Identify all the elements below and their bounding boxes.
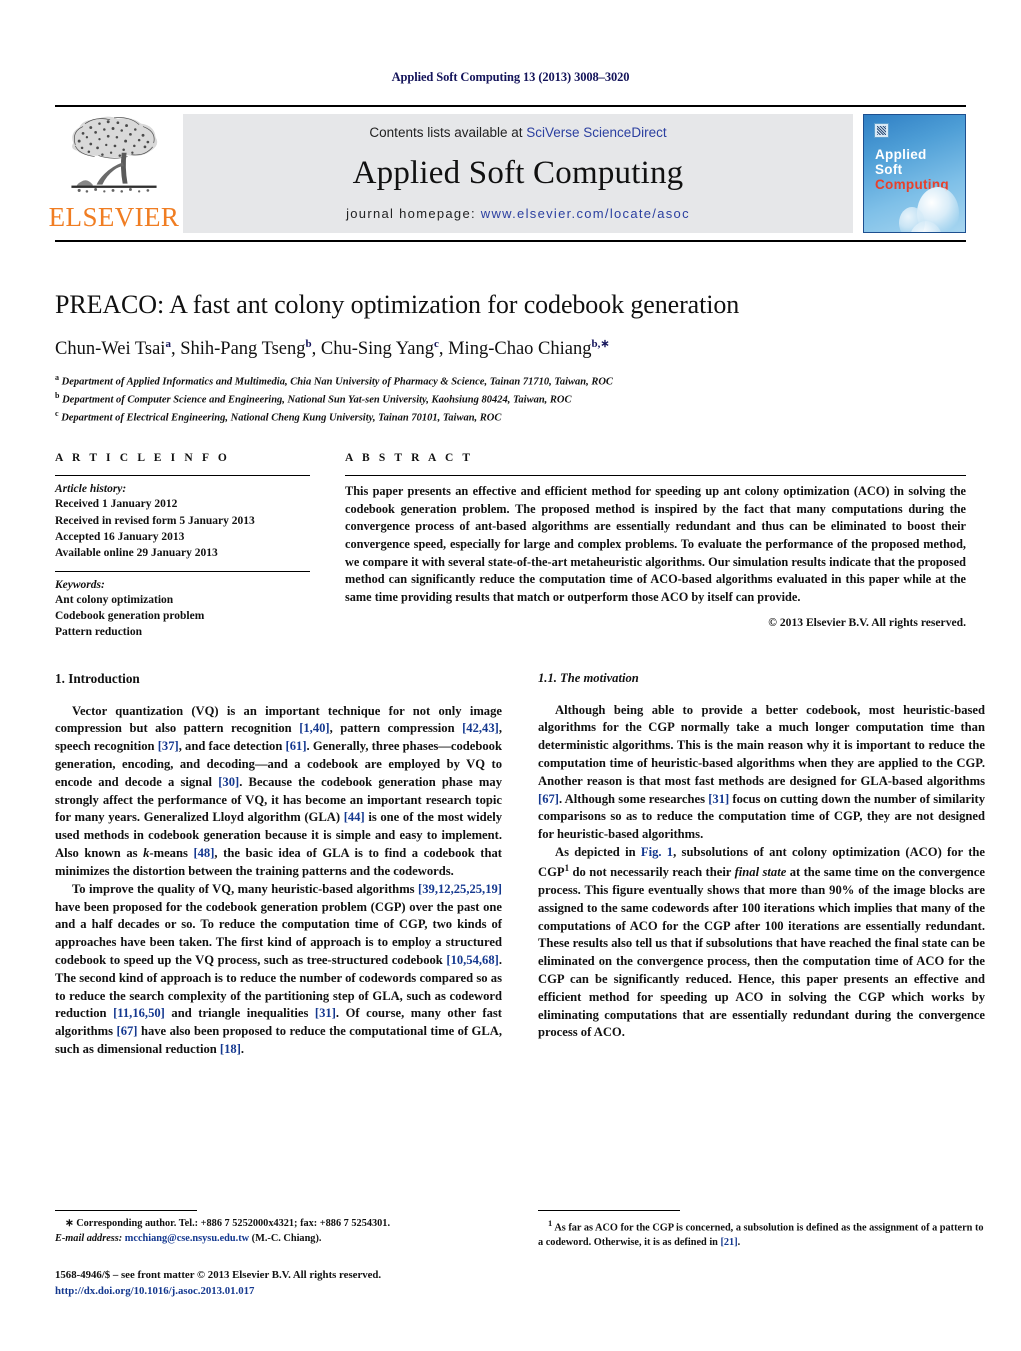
elsevier-wordmark: ELSEVIER [48, 202, 180, 232]
affiliation-list: a Department of Applied Informatics and … [55, 372, 966, 427]
footnote-divider [55, 1209, 197, 1211]
cover-line-1: Applied [875, 147, 927, 162]
citation-ref[interactable]: [11,16,50] [113, 1006, 165, 1020]
affiliation-text-a: Department of Applied Informatics and Mu… [61, 376, 613, 388]
affiliation-mark-a: a [55, 372, 59, 382]
email-suffix: (M.-C. Chiang). [251, 1232, 322, 1244]
corresponding-author-text: Corresponding author. Tel.: +886 7 52520… [76, 1217, 391, 1229]
keyword-2: Codebook generation problem [55, 609, 205, 622]
article-info-column: A R T I C L E I N F O Article history: R… [55, 452, 310, 640]
footnote-number: 1 [548, 1217, 553, 1228]
homepage-line: journal homepage: www.elsevier.com/locat… [346, 206, 690, 221]
citation-ref[interactable]: [21] [720, 1237, 737, 1248]
doi-link[interactable]: http://dx.doi.org/10.1016/j.asoc.2013.01… [55, 1283, 502, 1299]
article-info-heading: A R T I C L E I N F O [55, 452, 230, 465]
elsevier-tree-icon [71, 116, 158, 193]
citation-ref[interactable]: [61] [286, 739, 307, 753]
email-link[interactable]: mcchiang@cse.nsysu.edu.tw [125, 1233, 249, 1244]
cover-blob-3 [899, 207, 925, 232]
contents-prefix: Contents lists available at [369, 125, 527, 140]
footnote-marker[interactable]: 1 [565, 863, 570, 873]
contents-line: Contents lists available at SciVerse Sci… [369, 125, 666, 140]
affiliation-mark-b: b [55, 390, 60, 400]
divider [55, 475, 310, 477]
history-received: Received 1 January 2012 [55, 498, 178, 511]
journal-masthead: ELSEVIER Contents lists available at Sci… [49, 105, 966, 242]
paragraph-intro-1: Vector quantization (VQ) is an important… [55, 703, 502, 878]
citation-ref[interactable]: [44] [344, 810, 365, 824]
paragraph-intro-2: To improve the quality of VQ, many heuri… [55, 881, 502, 1057]
affiliation-mark-c: c [55, 409, 59, 419]
footnote-left: ∗ Corresponding author. Tel.: +886 7 525… [55, 1209, 502, 1299]
keywords-label: Keywords: [55, 578, 105, 591]
info-abstract-block: A R T I C L E I N F O Article history: R… [55, 452, 966, 640]
body-columns: 1. Introduction Vector quantization (VQ)… [55, 671, 985, 1059]
copyright-line: © 2013 Elsevier B.V. All rights reserved… [768, 616, 966, 630]
citation-ref[interactable]: [31] [315, 1006, 336, 1020]
history-revised: Received in revised form 5 January 2013 [55, 514, 255, 527]
paragraph-motivation-2: As depicted in Fig. 1, subsolutions of a… [538, 845, 985, 1040]
citation-ref[interactable]: [42,43] [462, 721, 499, 735]
footnotes-area: ∗ Corresponding author. Tel.: +886 7 525… [55, 1209, 984, 1299]
affiliation-text-c: Department of Electrical Engineering, Na… [61, 412, 502, 424]
elsevier-logo: ELSEVIER [49, 114, 179, 233]
issn-line: 1568-4946/$ – see front matter © 2013 El… [55, 1268, 382, 1281]
citation-ref[interactable]: [67] [117, 1024, 138, 1038]
issn-block: 1568-4946/$ – see front matter © 2013 El… [55, 1267, 502, 1299]
cover-stamp-icon [874, 123, 889, 138]
running-head: Applied Soft Computing 13 (2013) 3008–30… [391, 70, 630, 84]
journal-banner: Contents lists available at SciVerse Sci… [183, 114, 853, 233]
affiliation-c: c Department of Electrical Engineering, … [55, 408, 966, 426]
citation-ref[interactable]: [10,54,68] [446, 953, 498, 967]
citation-ref[interactable]: [39,12,25,25,19] [418, 882, 502, 896]
cover-line-2: Soft [875, 162, 903, 178]
divider [55, 570, 310, 572]
page-title: PREACO: A fast ant colony optimization f… [55, 290, 740, 319]
paragraph-motivation-1: Although being able to provide a better … [538, 702, 986, 842]
history-accepted: Accepted 16 January 2013 [55, 530, 185, 543]
email-label: E-mail address: [55, 1232, 123, 1244]
right-column: 1.1. The motivation Although being able … [538, 671, 985, 1059]
figure-ref[interactable]: Fig. 1 [641, 845, 673, 859]
article-history-label: Article history: [55, 483, 127, 496]
affiliation-text-b: Department of Computer Science and Engin… [62, 394, 572, 406]
section-heading-introduction: 1. Introduction [55, 670, 140, 686]
paper-page: Applied Soft Computing 13 (2013) 3008–30… [0, 0, 1021, 1351]
journal-title: Applied Soft Computing [352, 154, 684, 191]
homepage-link[interactable]: www.elsevier.com/locate/asoc [481, 206, 690, 221]
footnote-right: 1 As far as ACO for the CGP is concerned… [538, 1209, 985, 1299]
footnote-note-1: 1 As far as ACO for the CGP is concerned… [538, 1217, 985, 1251]
keyword-1: Ant colony optimization [55, 593, 174, 606]
citation-ref[interactable]: [1,40] [299, 721, 329, 735]
citation-ref[interactable]: [30] [218, 775, 239, 789]
footnote-text-a: As far as ACO for the CGP is concerned, … [538, 1222, 984, 1249]
left-column: 1. Introduction Vector quantization (VQ)… [55, 671, 502, 1059]
affiliation-a: a Department of Applied Informatics and … [55, 372, 966, 390]
divider [345, 475, 966, 477]
abstract-column: A B S T R A C T This paper presents an e… [345, 452, 966, 640]
affiliation-b: b Department of Computer Science and Eng… [55, 390, 966, 408]
abstract-heading: A B S T R A C T [345, 452, 474, 465]
keyword-3: Pattern reduction [55, 626, 142, 639]
journal-cover-thumbnail[interactable]: Applied Soft Computing [863, 114, 966, 233]
homepage-prefix: journal homepage: [346, 206, 481, 221]
citation-ref[interactable]: [37] [158, 739, 179, 753]
abstract-text: This paper presents an effective and eff… [345, 484, 966, 604]
section-heading-motivation: 1.1. The motivation [538, 670, 639, 685]
citation-ref[interactable]: [18] [220, 1042, 241, 1056]
citation-ref[interactable]: [48] [193, 846, 214, 860]
corresponding-author-note: ∗ Corresponding author. Tel.: +886 7 525… [55, 1217, 502, 1247]
citation-ref[interactable]: [67] [538, 792, 559, 806]
citation-ref[interactable]: [31] [708, 792, 729, 806]
asterisk-icon: ∗ [65, 1217, 74, 1229]
footnote-text-b: . [737, 1237, 741, 1249]
history-online: Available online 29 January 2013 [55, 547, 218, 560]
author-list: Chun-Wei Tsaia, Shih-Pang Tsengb, Chu-Si… [55, 338, 610, 360]
sciencedirect-link[interactable]: SciVerse ScienceDirect [526, 125, 666, 140]
footnote-divider [538, 1209, 680, 1211]
